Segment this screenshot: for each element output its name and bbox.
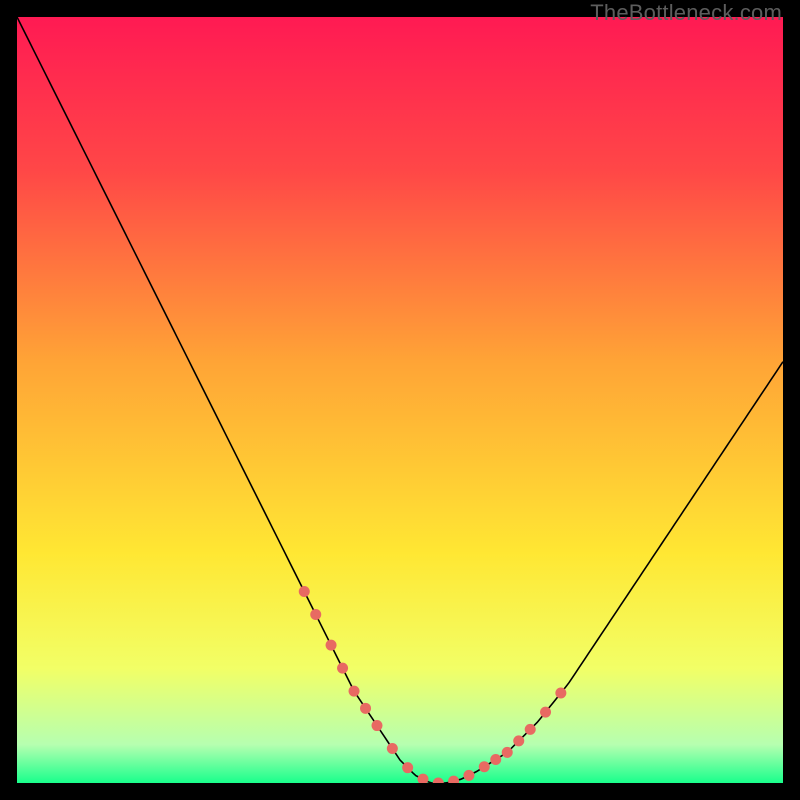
chart-background	[17, 17, 783, 783]
highlight-marker	[349, 686, 360, 697]
watermark-text: TheBottleneck.com	[590, 0, 782, 26]
highlight-marker	[310, 609, 321, 620]
highlight-marker	[525, 724, 536, 735]
highlight-marker	[502, 747, 513, 758]
highlight-marker	[326, 640, 337, 651]
highlight-marker	[479, 761, 490, 772]
chart-plot-area	[17, 17, 783, 783]
highlight-marker	[540, 707, 551, 718]
highlight-marker	[402, 762, 413, 773]
highlight-marker	[513, 735, 524, 746]
highlight-marker	[490, 754, 501, 765]
chart-svg	[17, 17, 783, 783]
highlight-marker	[463, 770, 474, 781]
highlight-marker	[299, 586, 310, 597]
highlight-marker	[360, 703, 371, 714]
highlight-marker	[555, 688, 566, 699]
highlight-marker	[337, 663, 348, 674]
highlight-marker	[372, 720, 383, 731]
chart-container: TheBottleneck.com	[0, 0, 800, 800]
highlight-marker	[387, 743, 398, 754]
